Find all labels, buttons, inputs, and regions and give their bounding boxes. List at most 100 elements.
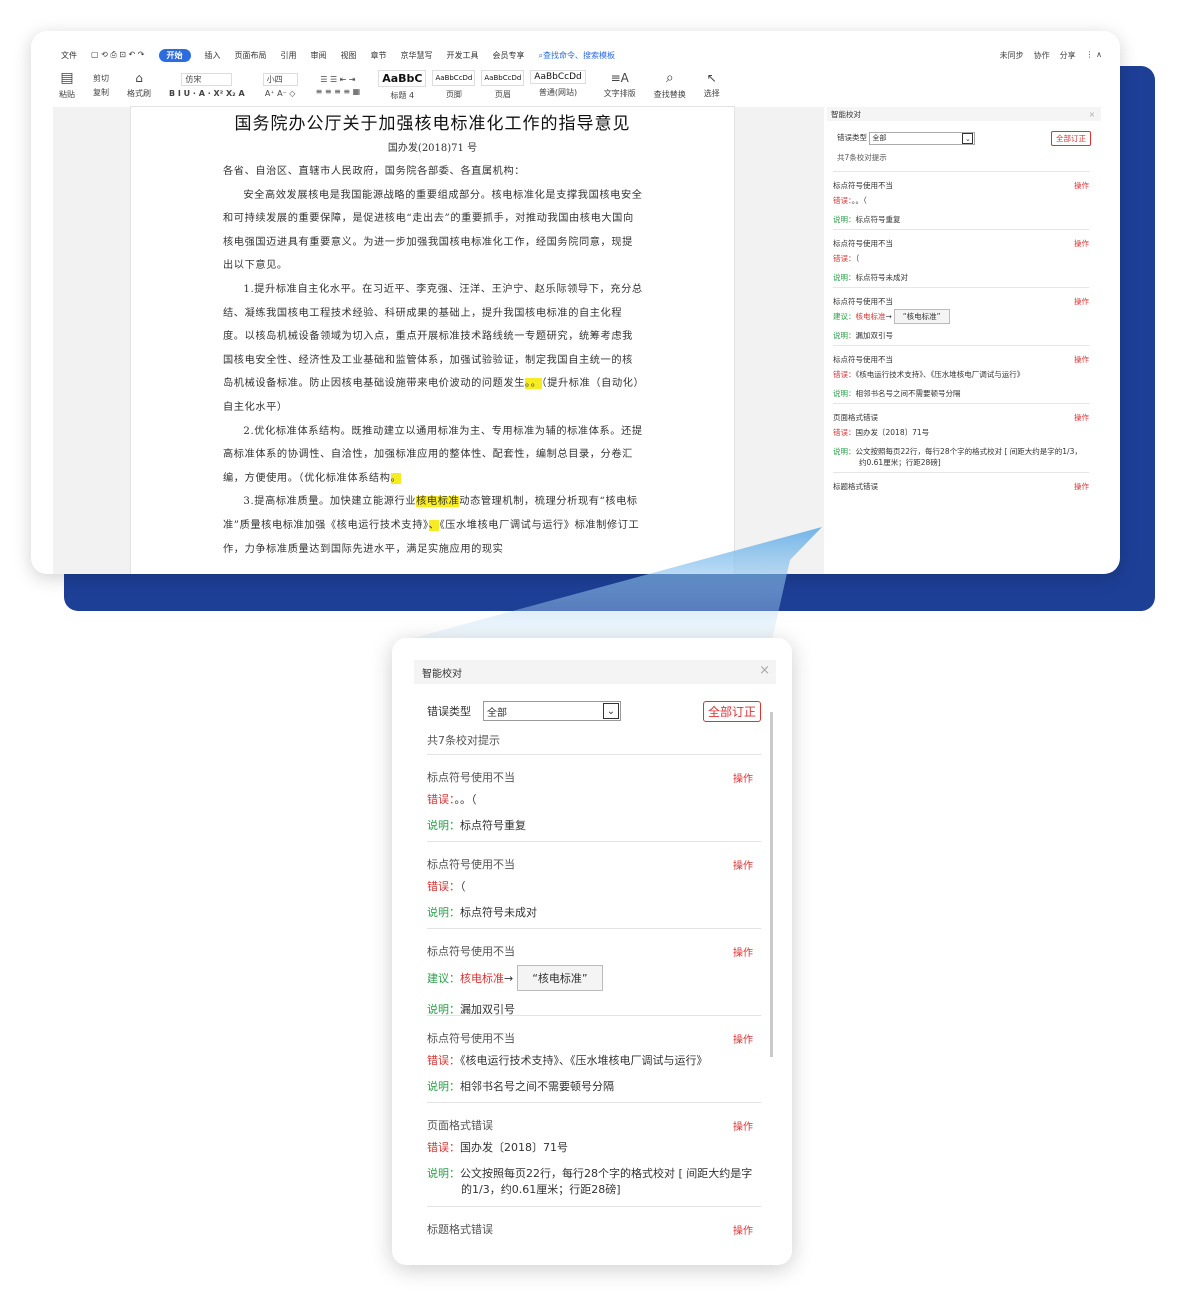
error-highlight[interactable]: 。。 <box>525 378 542 390</box>
op-button[interactable]: 操作 <box>1074 412 1089 423</box>
paragraph-group: ☰ ☰ ⇤ ⇥ ≡ ≡ ≡ ≡ ▦ <box>316 75 361 96</box>
sync-status[interactable]: 未同步 <box>1000 50 1024 61</box>
op-button[interactable]: 操作 <box>733 944 753 959</box>
error-highlight[interactable]: 核电标准 <box>416 496 460 508</box>
chevron-down-icon: ⌄ <box>603 703 619 719</box>
canvas-margin-right <box>734 107 824 574</box>
tab-insert[interactable]: 插入 <box>205 50 221 61</box>
style-web[interactable]: AaBbCcDd <box>530 69 586 84</box>
op-button[interactable]: 操作 <box>733 1118 753 1133</box>
share-button[interactable]: 分享 <box>1060 50 1076 61</box>
paste-label[interactable]: 粘贴 <box>59 89 75 100</box>
wps-writer-window: 文件 ▢ ⟲ ⎙ ⊡ ↶ ↷ 开始 插入 页面布局 引用 审阅 视图 章节 京华… <box>31 31 1120 574</box>
op-button[interactable]: 操作 <box>1074 180 1089 191</box>
command-search[interactable]: ⌕查找命令、搜索模板 <box>539 50 615 61</box>
tab-review[interactable]: 审阅 <box>311 50 327 61</box>
error-highlight[interactable]: 。 <box>390 472 402 484</box>
tab-layout[interactable]: 页面布局 <box>235 50 267 61</box>
size-select[interactable]: 小四 <box>262 72 298 86</box>
close-icon[interactable]: × <box>1089 110 1095 119</box>
cut-button[interactable]: 剪切 <box>93 73 109 84</box>
list-item: 标点符号使用不当 操作 错误：。。（ 说明：标点符号重复 <box>427 754 761 841</box>
collapse-icon[interactable]: ⋮ ∧ <box>1086 50 1102 61</box>
format-painter[interactable]: ⌂ 格式刷 <box>127 71 151 99</box>
paste-icon[interactable]: ▤ <box>60 70 73 86</box>
fix-all-button[interactable]: 全部订正 <box>702 701 761 722</box>
text-layout-button[interactable]: ≡A 文字排版 <box>604 71 636 99</box>
list-item: 标题格式错误 操作 <box>427 1206 761 1237</box>
tab-references[interactable]: 引用 <box>281 50 297 61</box>
zoom-panel-header: 智能校对 × <box>414 660 776 684</box>
scrollbar-thumb[interactable] <box>770 712 773 1057</box>
pointer-icon: ↖ <box>706 71 717 85</box>
error-type-select[interactable]: 全部 ⌄ <box>869 132 976 145</box>
align-buttons[interactable]: ≡ ≡ ≡ ≡ ▦ <box>316 87 361 96</box>
font-format-buttons[interactable]: B I U · A · X² X₂ A <box>169 89 245 98</box>
style-header[interactable]: AaBbCcDd <box>481 69 525 86</box>
list-item: 标点符号使用不当 操作 错误：（ 说明：标点符号未成对 <box>833 229 1089 287</box>
op-button[interactable]: 操作 <box>1074 481 1089 492</box>
suggestion-button[interactable]: “核电标准” <box>893 309 950 324</box>
op-button[interactable]: 操作 <box>733 1031 753 1046</box>
magnifier-icon: ⌕ <box>665 70 674 86</box>
proofread-side-panel: 智能校对 × 错误类型 全部 ⌄ 全部订正 共7条校对提示 标点符号使用不当 操作 错… <box>827 107 1101 574</box>
tab-start[interactable]: 开始 <box>158 48 191 62</box>
list-item: 标点符号使用不当 操作 错误：《核电运行技术支持》、《压水堆核电厂调试与运行》 … <box>427 1015 761 1102</box>
style-footer[interactable]: AaBbCcDd <box>432 69 476 86</box>
op-button[interactable]: 操作 <box>733 1222 753 1237</box>
list-item: 标点符号使用不当 操作 建议：核电标准→ “核电标准” 说明：漏加双引号 <box>833 287 1089 345</box>
font-group: 仿宋 B I U · A · X² X₂ A <box>169 72 245 98</box>
canvas-margin-left <box>53 107 131 574</box>
fix-all-button[interactable]: 全部订正 <box>1051 131 1091 146</box>
font-select[interactable]: 仿宋 <box>181 72 233 86</box>
document-page[interactable]: 国务院办公厅关于加强核电标准化工作的指导意见 国办发(2018)71 号 各省、… <box>131 107 734 574</box>
list-item: 标点符号使用不当 操作 错误：《核电运行技术支持》、《压水堆核电厂调试与运行》 说… <box>833 345 1089 403</box>
doc-number: 国办发(2018)71 号 <box>387 143 478 154</box>
clipboard-group: ▤ 粘贴 <box>59 70 75 100</box>
ribbon: ▤ 粘贴 剪切 复制 ⌂ 格式刷 仿宋 B I U · A · X² X₂ A … <box>59 67 1102 103</box>
panel-title: 智能校对 <box>831 109 861 119</box>
salutation: 各省、自治区、直辖市人民政府，国务院各部委、各直属机构： <box>223 166 526 177</box>
paragraph-2: 1.提升标准自主化水平。在习近平、李克强、汪洋、王沪宁、赵乐际领导下，充分总结、… <box>223 283 643 413</box>
style-gallery: AaBbC 标题 4 AaBbCcDd 页脚 AaBbCcDd 页眉 AaBbCcDd… <box>378 69 586 101</box>
brush-icon: ⌂ <box>135 71 143 85</box>
scrollbar[interactable] <box>768 706 774 1265</box>
menu-bar: 文件 ▢ ⟲ ⎙ ⊡ ↶ ↷ 开始 插入 页面布局 引用 审阅 视图 章节 京华… <box>61 45 1102 65</box>
tab-view[interactable]: 视图 <box>341 50 357 61</box>
list-item: 标点符号使用不当 操作 建议：核电标准→ “核电标准” 说明：漏加双引号 <box>427 928 761 1016</box>
find-replace-button[interactable]: ⌕ 查找替换 <box>654 70 686 100</box>
paragraph-1: 安全高效发展核电是我国能源战略的重要组成部分。核电标准化是支撑我国核电安全和可持… <box>223 189 643 272</box>
error-type-select[interactable]: 全部 ⌄ <box>483 701 621 721</box>
collaborate-button[interactable]: 协作 <box>1034 50 1050 61</box>
op-button[interactable]: 操作 <box>1074 238 1089 249</box>
zoomed-proofread-panel: 智能校对 × 错误类型 全部 ⌄ 全部订正 共7条校对提示 标点符号使用不当 操作… <box>392 638 792 1265</box>
suggestion-button[interactable]: “核电标准” <box>517 965 603 991</box>
zoom-panel-body: 错误类型 全部 ⌄ 全部订正 共7条校对提示 标点符号使用不当 操作 错误：。。（… <box>414 684 761 1237</box>
op-button[interactable]: 操作 <box>1074 354 1089 365</box>
doc-body: 各省、自治区、直辖市人民政府，国务院各部委、各直属机构： 安全高效发展核电是我国… <box>223 160 643 561</box>
op-button[interactable]: 操作 <box>733 857 753 872</box>
chevron-down-icon: ⌄ <box>962 133 974 144</box>
op-button[interactable]: 操作 <box>733 770 753 785</box>
error-type-label: 错误类型 <box>837 133 867 142</box>
error-highlight[interactable]: 、 <box>428 519 440 531</box>
select-button[interactable]: ↖ 选择 <box>704 71 720 99</box>
list-item: 页面格式错误 操作 错误：国办发〔2018〕71号 说明：公文按照每页22行，每… <box>427 1102 761 1206</box>
menu-file[interactable]: 文件 <box>61 50 77 61</box>
tab-member[interactable]: 会员专享 <box>493 50 525 61</box>
error-type-label: 错误类型 <box>427 705 471 718</box>
list-buttons[interactable]: ☰ ☰ ⇤ ⇥ <box>320 75 355 84</box>
highlight-buttons[interactable]: A⁺ A⁻ ◇ <box>265 89 296 98</box>
op-button[interactable]: 操作 <box>1074 296 1089 307</box>
paragraph-4: 3.提高标准质量。加快建立能源行业核电标准动态管理机制，梳理分析现有“核电标准”… <box>223 496 640 555</box>
close-icon[interactable]: × <box>759 663 770 678</box>
tab-developer[interactable]: 开发工具 <box>447 50 479 61</box>
paragraph-3: 2.优化标准体系结构。既推动建立以通用标准为主、专用标准为辅的标准体系。还提高标… <box>223 425 643 484</box>
zoom-panel-title: 智能校对 <box>422 668 462 680</box>
style-heading4[interactable]: AaBbC <box>378 69 427 87</box>
quick-access-icons[interactable]: ▢ ⟲ ⎙ ⊡ ↶ ↷ <box>91 50 145 60</box>
list-item: 标点符号使用不当 操作 错误：。。（ 说明：标点符号重复 <box>833 171 1089 229</box>
tab-chapter[interactable]: 章节 <box>371 50 387 61</box>
copy-button[interactable]: 复制 <box>93 87 109 98</box>
tab-jinghua[interactable]: 京华慧写 <box>401 50 433 61</box>
